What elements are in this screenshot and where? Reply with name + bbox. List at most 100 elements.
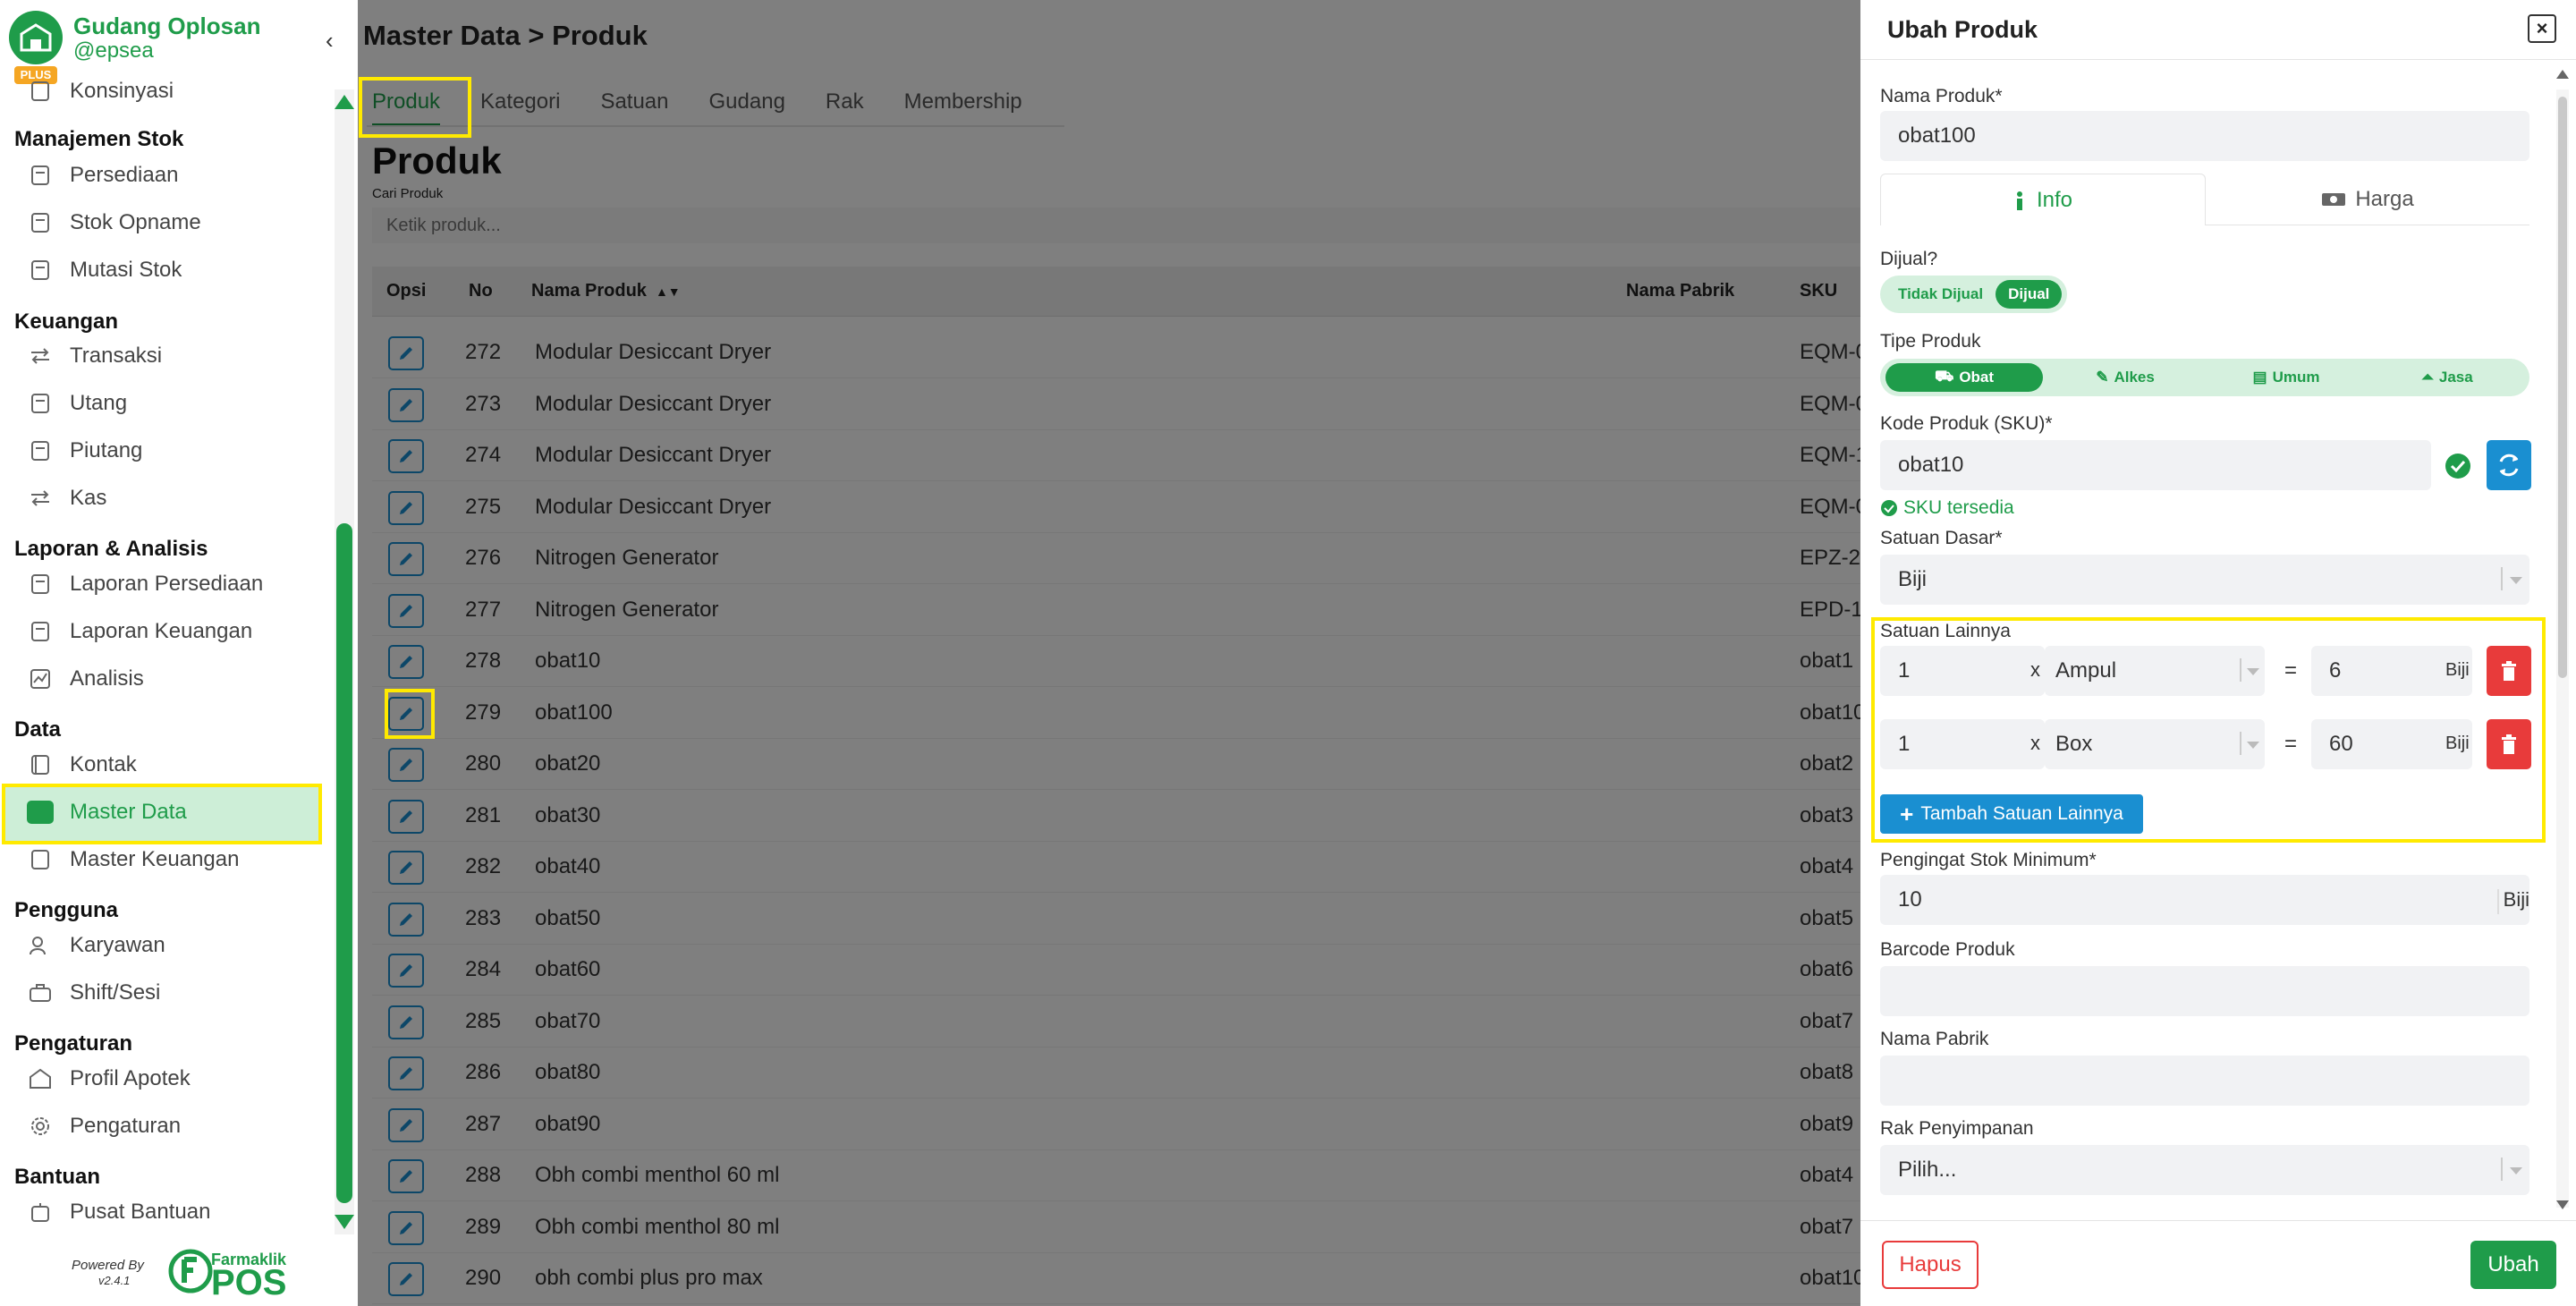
nama-produk-input[interactable]: obat100 [1880, 111, 2529, 161]
analytics-icon [27, 666, 54, 692]
tipe-produk-label: Tipe Produk [1880, 331, 1981, 352]
pengingat-input[interactable]: 10 [1880, 875, 2529, 925]
dijual-label: Dijual? [1880, 249, 1938, 269]
scroll-down-icon[interactable] [2556, 1200, 2569, 1209]
sidebar-item-laporan-keuangan[interactable]: Laporan Keuangan [27, 614, 252, 649]
store-icon [27, 1065, 54, 1092]
highlight-tab-produk [359, 77, 471, 138]
sidebar-item-transaksi[interactable]: Transaksi [27, 338, 162, 374]
dijual-option[interactable]: Dijual [1996, 280, 2063, 309]
section-pengaturan: Pengaturan [14, 1031, 133, 1056]
sku-label: Kode Produk (SKU)* [1880, 413, 2053, 434]
sidebar-item-label: Kontak [70, 752, 137, 776]
scroll-up-icon[interactable] [335, 95, 354, 109]
sidebar-item-master-keuangan[interactable]: Master Keuangan [27, 842, 239, 878]
regenerate-sku-button[interactable] [2487, 440, 2531, 490]
money-icon [2322, 192, 2346, 206]
pengingat-label: Pengingat Stok Minimum* [1880, 850, 2097, 870]
sidebar-item-label: Laporan Persediaan [70, 572, 264, 596]
store-user: @epsea [73, 38, 154, 63]
satuan-dasar-select[interactable]: Biji [1880, 555, 2529, 605]
sidebar-item-stok-opname[interactable]: Stok Opname [27, 205, 201, 241]
check-circle-icon [2445, 454, 2470, 479]
box-icon [27, 162, 54, 189]
ledger-icon [27, 390, 54, 417]
tipe-obat-label: Obat [1959, 369, 1995, 386]
sku-status-text: SKU tersedia [1903, 497, 2014, 518]
drawer-divider [1860, 59, 2576, 60]
sku-input[interactable]: obat10 [1880, 440, 2431, 490]
barcode-input[interactable] [1880, 966, 2529, 1016]
tipe-produk-toggle[interactable]: ⛟ Obat ✎ Alkes ▤ Umum ⏶ Jasa [1880, 359, 2529, 396]
sidebar-item-label: Pusat Bantuan [70, 1200, 211, 1224]
sidebar-item-label: Konsinyasi [70, 79, 174, 103]
tab-harga[interactable]: Harga [2206, 174, 2529, 225]
sidebar-item-kontak[interactable]: Kontak [27, 747, 137, 783]
sidebar-item-label: Persediaan [70, 163, 179, 187]
tipe-umum-option[interactable]: ▤ Umum [2207, 363, 2365, 392]
sidebar-item-label: Analisis [70, 666, 144, 691]
exchange-icon [27, 343, 54, 369]
sidebar-item-pengaturan[interactable]: Pengaturan [27, 1108, 181, 1144]
box-icon: ▤ [2252, 369, 2267, 386]
clipboard-icon [27, 209, 54, 236]
collapse-sidebar-icon[interactable]: ‹ [326, 27, 334, 55]
brand-pos: POS [211, 1263, 287, 1302]
tab-info[interactable]: Info [1880, 174, 2206, 225]
sidebar-item-profil-apotek[interactable]: Profil Apotek [27, 1061, 191, 1097]
gear-icon [27, 1113, 54, 1140]
sidebar-item-konsinyasi[interactable]: Konsinyasi [27, 73, 174, 109]
sidebar-item-shift[interactable]: Shift/Sesi [27, 975, 160, 1011]
chevron-down-icon[interactable] [2510, 1167, 2522, 1175]
highlight-satuan-lainnya [1871, 617, 2546, 843]
app-version: v2.4.1 [98, 1274, 131, 1287]
syringe-icon: ✎ [2096, 369, 2109, 386]
close-button[interactable]: × [2528, 14, 2556, 43]
sidebar: PLUS Gudang Oplosan @epsea ‹ Konsinyasi … [0, 0, 358, 1306]
select-separator [2501, 567, 2503, 590]
satuan-dasar-value: Biji [1898, 567, 1928, 591]
sidebar-item-pusat-bantuan[interactable]: Pusat Bantuan [27, 1194, 210, 1230]
section-manajemen-stok: Manajemen Stok [14, 127, 184, 151]
scroll-down-icon[interactable] [335, 1215, 354, 1229]
service-icon: ⏶ [2421, 369, 2434, 386]
sidebar-item-kas[interactable]: Kas [27, 480, 106, 516]
sidebar-item-label: Master Keuangan [70, 847, 240, 871]
sidebar-item-label: Piutang [70, 438, 143, 462]
section-keuangan: Keuangan [14, 310, 119, 334]
dijual-toggle[interactable]: Tidak Dijual Dijual [1880, 276, 2068, 313]
report-icon [27, 618, 54, 645]
hapus-button[interactable]: Hapus [1882, 1241, 1979, 1289]
check-circle-icon [1881, 500, 1897, 516]
tipe-obat-option[interactable]: ⛟ Obat [1885, 363, 2043, 392]
sidebar-item-laporan-persediaan[interactable]: Laporan Persediaan [27, 566, 263, 602]
sidebar-item-persediaan[interactable]: Persediaan [27, 157, 178, 193]
sidebar-item-label: Kas [70, 486, 107, 510]
sidebar-item-karyawan[interactable]: Karyawan [27, 928, 165, 963]
sidebar-item-utang[interactable]: Utang [27, 386, 127, 421]
document-icon [27, 78, 54, 105]
main-content: Master Data > Produk Produk Kategori Sat… [358, 0, 1860, 1306]
sidebar-item-label: Profil Apotek [70, 1066, 191, 1090]
farmaklik-logo-icon [168, 1249, 213, 1293]
sidebar-item-label: Transaksi [70, 343, 163, 368]
tipe-jasa-option[interactable]: ⏶ Jasa [2368, 363, 2526, 392]
modal-backdrop[interactable] [358, 0, 1860, 1306]
chevron-down-icon[interactable] [2510, 577, 2522, 584]
nama-pabrik-input[interactable] [1880, 1056, 2529, 1106]
drawer-scroll-thumb[interactable] [2558, 97, 2567, 678]
tipe-alkes-option[interactable]: ✎ Alkes [2046, 363, 2204, 392]
tidak-dijual-option[interactable]: Tidak Dijual [1885, 280, 1996, 309]
ubah-button[interactable]: Ubah [2470, 1241, 2556, 1289]
drawer-title: Ubah Produk [1887, 16, 2038, 43]
scroll-up-icon[interactable] [2556, 70, 2569, 79]
transfer-icon [27, 257, 54, 284]
sidebar-scroll-thumb[interactable] [336, 523, 352, 1203]
sidebar-item-mutasi-stok[interactable]: Mutasi Stok [27, 252, 182, 288]
rak-select[interactable]: Pilih... [1880, 1145, 2529, 1195]
satuan-dasar-label: Satuan Dasar* [1880, 528, 2003, 548]
sidebar-item-analisis[interactable]: Analisis [27, 661, 144, 697]
sidebar-item-piutang[interactable]: Piutang [27, 433, 142, 469]
select-separator [2501, 1158, 2503, 1181]
barcode-label: Barcode Produk [1880, 939, 2015, 960]
